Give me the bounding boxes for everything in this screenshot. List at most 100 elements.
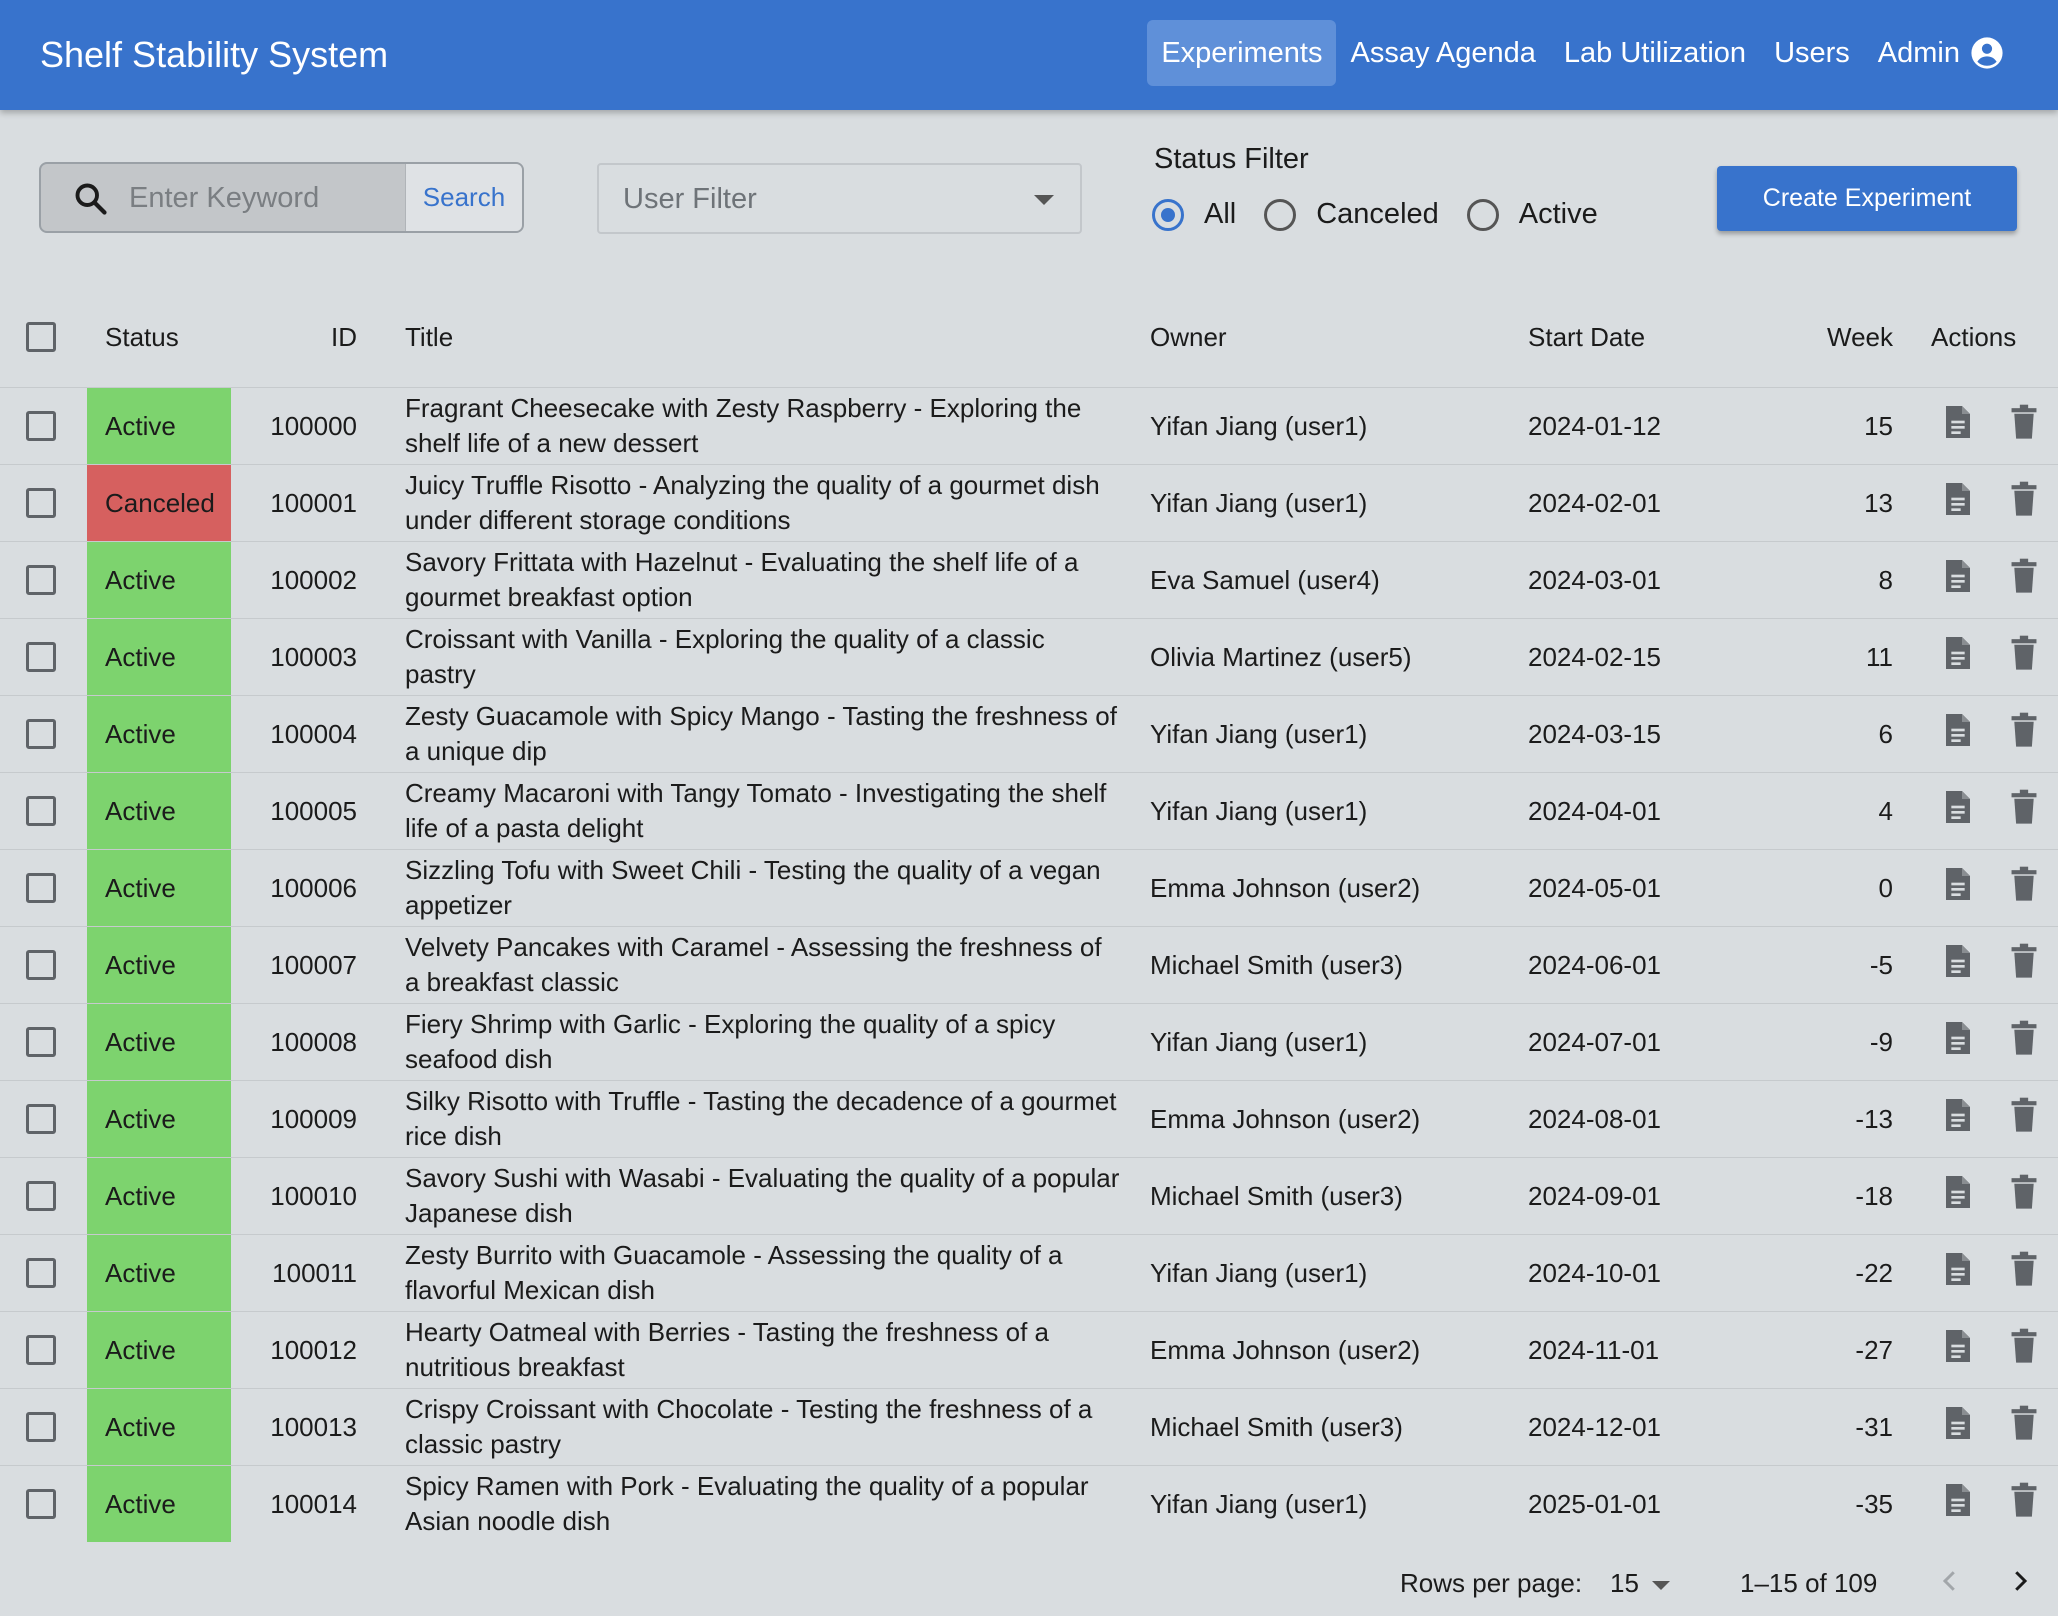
document-icon[interactable] [1942,634,1974,681]
create-experiment-button[interactable]: Create Experiment [1717,166,2017,231]
checkbox-icon[interactable] [26,1027,56,1057]
chevron-right-icon[interactable] [2005,1566,2035,1596]
trash-icon[interactable] [2010,1251,2038,1296]
document-icon[interactable] [1942,1327,1974,1374]
table-row[interactable]: Active 100004 Zesty Guacamole with Spicy M… [0,695,2058,773]
table-row[interactable]: Active 100003 Croissant with Vanilla - Exp… [0,618,2058,696]
trash-icon[interactable] [2010,481,2038,526]
table-row[interactable]: Canceled 100001 Juicy Truffle Risotto - An… [0,464,2058,542]
checkbox-icon[interactable] [26,796,56,826]
document-icon[interactable] [1942,1019,1974,1066]
checkbox-icon[interactable] [26,1335,56,1365]
table-row[interactable]: Active 100009 Silky Risotto with Truffle -… [0,1080,2058,1158]
trash-icon[interactable] [2010,1174,2038,1219]
table-row[interactable]: Active 100002 Savory Frittata with Hazelnu… [0,541,2058,619]
row-select[interactable] [0,926,87,1004]
row-select[interactable] [0,1388,87,1466]
table-row[interactable]: Active 100013 Crispy Croissant with Chocol… [0,1388,2058,1466]
status-filter-all[interactable]: All [1152,198,1236,231]
trash-icon[interactable] [2010,1097,2038,1142]
row-select[interactable] [0,1157,87,1235]
document-icon[interactable] [1942,865,1974,912]
trash-icon[interactable] [2010,1482,2038,1527]
trash-icon[interactable] [2010,635,2038,680]
checkbox-icon[interactable] [26,1258,56,1288]
search-button[interactable]: Search [405,164,522,231]
table-row[interactable]: Active 100010 Savory Sushi with Wasabi - E… [0,1157,2058,1235]
row-select[interactable] [0,541,87,619]
checkbox-icon[interactable] [26,488,56,518]
search-input[interactable] [127,164,451,231]
document-icon[interactable] [1942,1250,1974,1297]
trash-icon[interactable] [2010,1405,2038,1450]
trash-icon[interactable] [2010,943,2038,988]
checkbox-icon[interactable] [26,565,56,595]
checkbox-icon[interactable] [26,1104,56,1134]
nav-lab-utilization[interactable]: Lab Utilization [1550,20,1760,86]
radio-checked-icon[interactable] [1152,198,1184,231]
table-row[interactable]: Active 100011 Zesty Burrito with Guacamole… [0,1234,2058,1312]
row-select[interactable] [0,387,87,465]
header-start-date[interactable]: Start Date [1528,287,1778,388]
header-owner[interactable]: Owner [1150,287,1528,388]
table-row[interactable]: Active 100005 Creamy Macaroni with Tangy T… [0,772,2058,850]
user-filter-select[interactable]: User Filter [597,163,1082,234]
radio-unchecked-icon[interactable] [1264,198,1297,231]
table-row[interactable]: Active 100014 Spicy Ramen with Pork - Eval… [0,1465,2058,1542]
checkbox-icon[interactable] [26,1489,56,1519]
trash-icon[interactable] [2010,866,2038,911]
chevron-down-icon[interactable] [1652,1581,1670,1590]
nav-admin[interactable]: Admin [1864,20,2018,86]
header-status[interactable]: Status [87,287,231,388]
checkbox-icon[interactable] [26,642,56,672]
status-filter-canceled[interactable]: Canceled [1264,198,1439,231]
trash-icon[interactable] [2010,1328,2038,1373]
header-title[interactable]: Title [393,287,1150,388]
row-select[interactable] [0,1465,87,1542]
table-row[interactable]: Active 100008 Fiery Shrimp with Garlic - E… [0,1003,2058,1081]
nav-users[interactable]: Users [1760,20,1864,86]
header-week[interactable]: Week [1778,287,1921,388]
status-filter-active[interactable]: Active [1466,198,1598,231]
nav-experiments[interactable]: Experiments [1147,20,1337,86]
trash-icon[interactable] [2010,558,2038,603]
chevron-left-icon[interactable] [1935,1566,1965,1596]
row-select[interactable] [0,1311,87,1389]
row-select[interactable] [0,772,87,850]
document-icon[interactable] [1942,1481,1974,1528]
table-row[interactable]: Active 100000 Fragrant Cheesecake with Zes… [0,387,2058,465]
row-select[interactable] [0,695,87,773]
document-icon[interactable] [1942,557,1974,604]
radio-unchecked-icon[interactable] [1466,198,1499,231]
document-icon[interactable] [1942,480,1974,527]
checkbox-icon[interactable] [26,322,56,352]
trash-icon[interactable] [2010,404,2038,449]
document-icon[interactable] [1942,788,1974,835]
header-id[interactable]: ID [231,287,393,388]
row-select[interactable] [0,1234,87,1312]
document-icon[interactable] [1942,1096,1974,1143]
row-select[interactable] [0,1003,87,1081]
checkbox-icon[interactable] [26,873,56,903]
checkbox-icon[interactable] [26,719,56,749]
table-row[interactable]: Active 100007 Velvety Pancakes with Carame… [0,926,2058,1004]
trash-icon[interactable] [2010,789,2038,834]
table-row[interactable]: Active 100012 Hearty Oatmeal with Berries … [0,1311,2058,1389]
trash-icon[interactable] [2010,712,2038,757]
trash-icon[interactable] [2010,1020,2038,1065]
row-select[interactable] [0,1080,87,1158]
rows-per-page-select[interactable]: 15 [1610,1568,1639,1599]
checkbox-icon[interactable] [26,411,56,441]
checkbox-icon[interactable] [26,1181,56,1211]
document-icon[interactable] [1942,942,1974,989]
row-select[interactable] [0,618,87,696]
nav-assay-agenda[interactable]: Assay Agenda [1336,20,1549,86]
document-icon[interactable] [1942,403,1974,450]
checkbox-icon[interactable] [26,1412,56,1442]
header-select-all[interactable] [0,287,87,388]
table-row[interactable]: Active 100006 Sizzling Tofu with Sweet Chi… [0,849,2058,927]
document-icon[interactable] [1942,1173,1974,1220]
document-icon[interactable] [1942,711,1974,758]
document-icon[interactable] [1942,1404,1974,1451]
row-select[interactable] [0,464,87,542]
